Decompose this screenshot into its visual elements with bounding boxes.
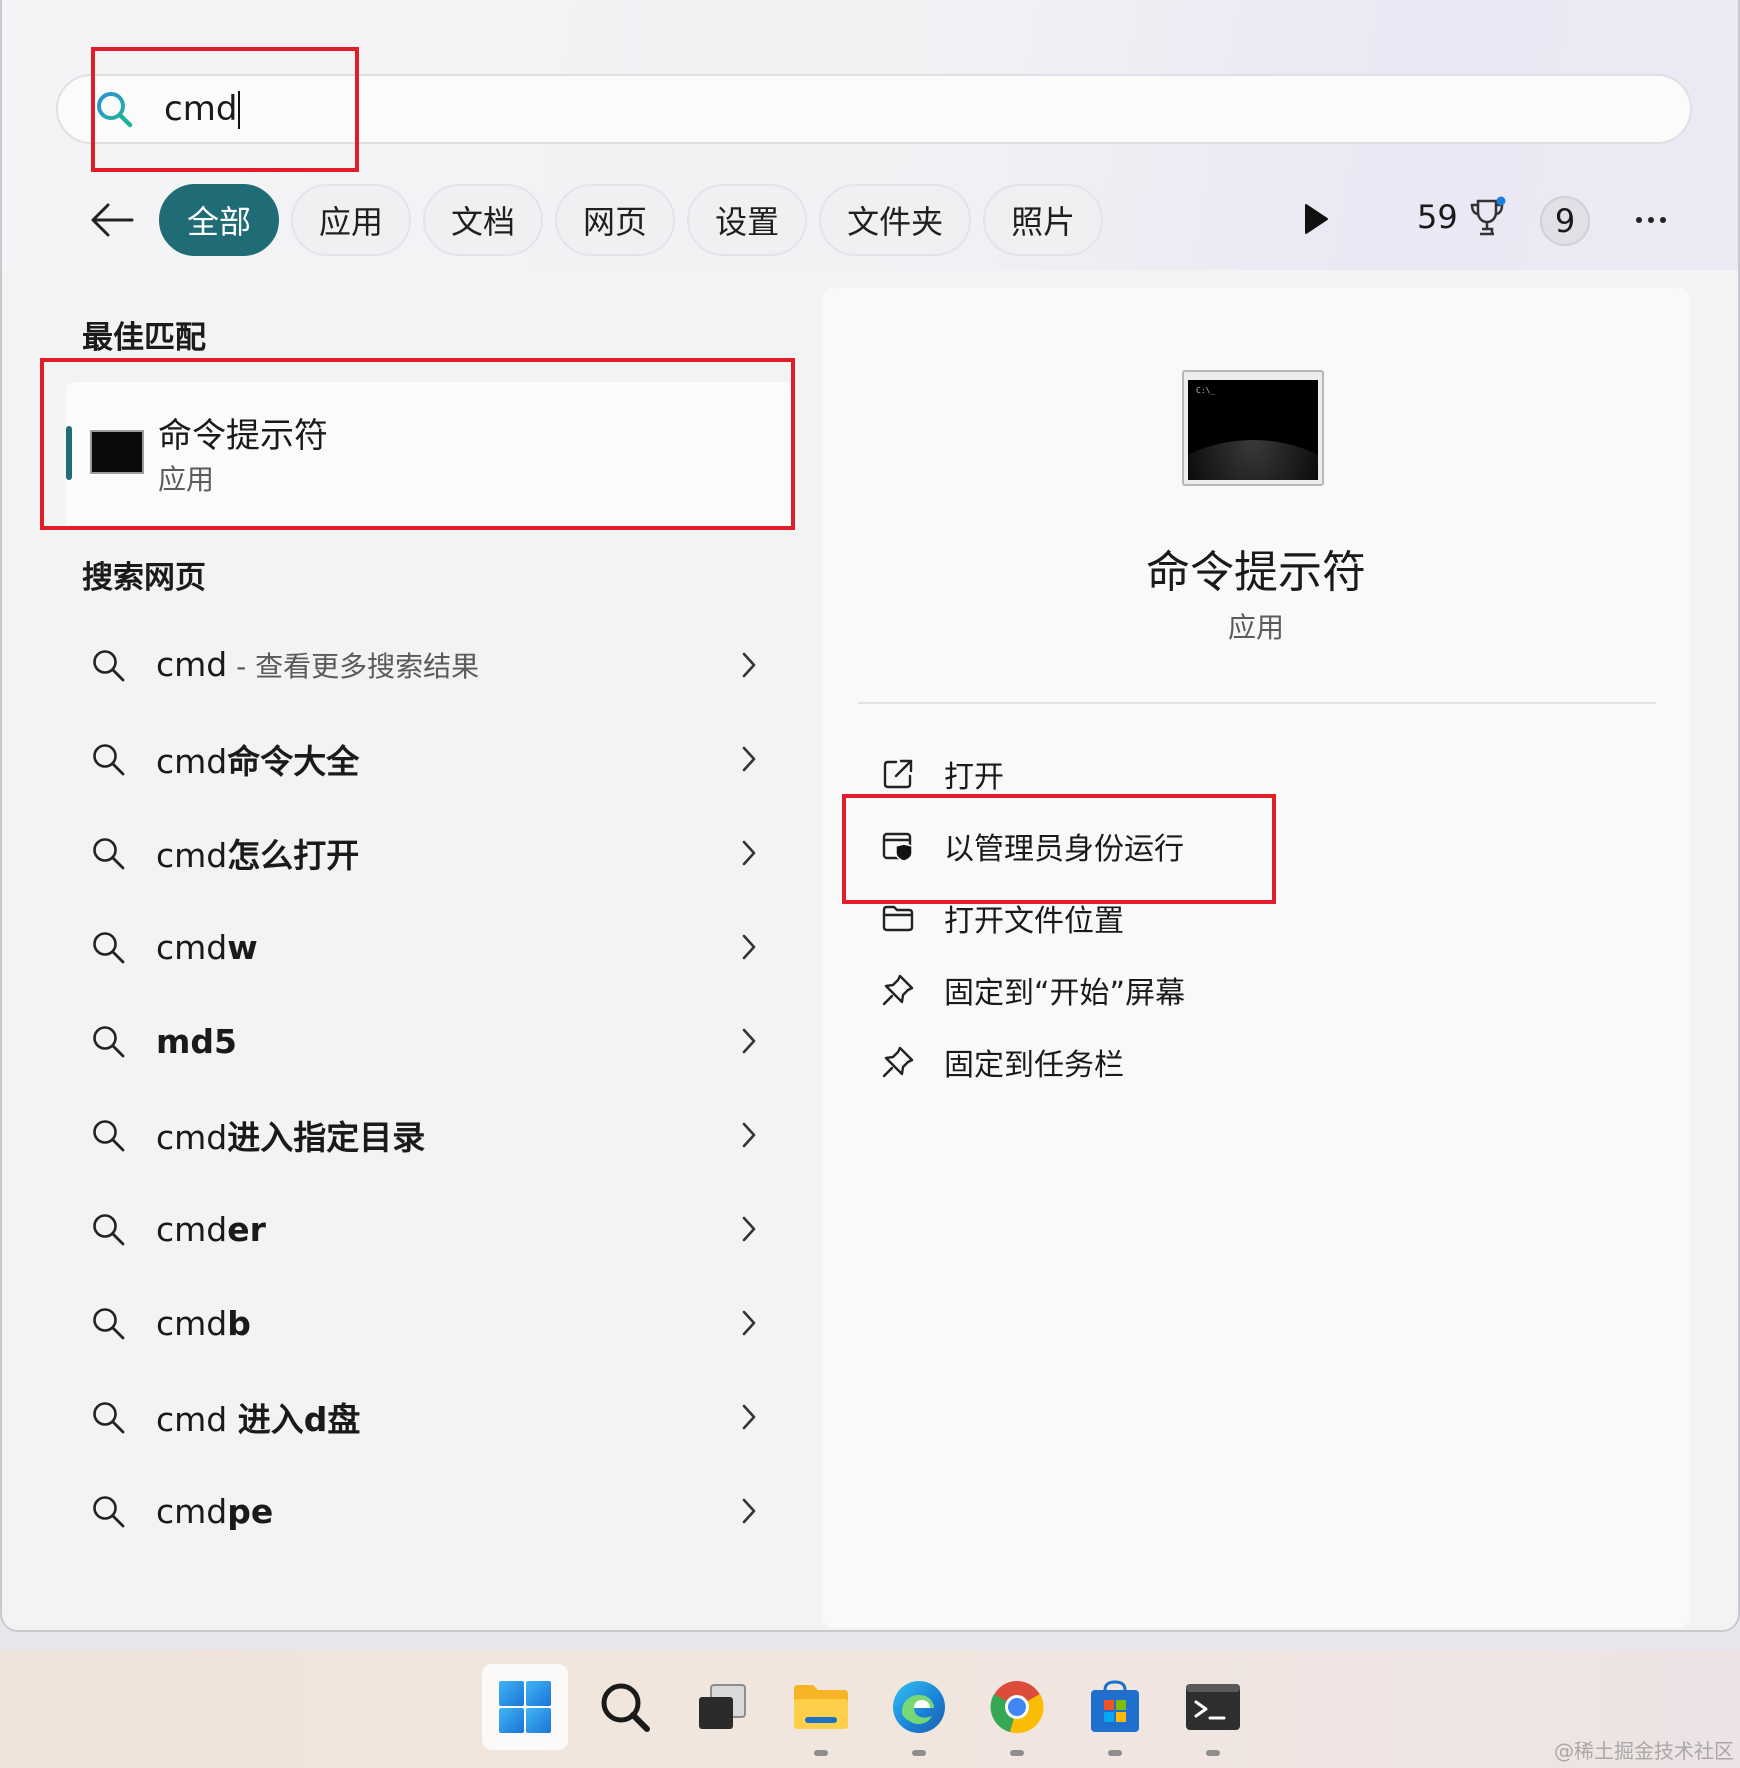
filter-chips: 全部 应用 文档 网页 设置 文件夹 照片 bbox=[159, 184, 1104, 256]
taskbar-chrome[interactable] bbox=[974, 1664, 1060, 1756]
search-icon bbox=[93, 650, 125, 682]
filter-chip-apps[interactable]: 应用 bbox=[291, 184, 412, 256]
annotation-box-search bbox=[91, 47, 359, 172]
task-view-icon bbox=[699, 1684, 746, 1729]
search-icon bbox=[93, 838, 125, 870]
notification-badge[interactable]: 9 bbox=[1540, 196, 1590, 246]
web-search-item[interactable]: cmd进入指定目录 bbox=[90, 1088, 770, 1182]
web-search-item-label: cmd命令大全 bbox=[156, 742, 360, 781]
command-prompt-large-icon: C:\_ bbox=[1182, 370, 1324, 486]
start-icon bbox=[499, 1681, 551, 1733]
chevron-right-icon[interactable] bbox=[740, 1120, 758, 1150]
chevron-right-icon[interactable] bbox=[740, 838, 758, 868]
chevron-right-icon[interactable] bbox=[740, 1308, 758, 1338]
filter-chip-photos[interactable]: 照片 bbox=[983, 184, 1104, 256]
web-search-item-label: cmdpe bbox=[156, 1491, 274, 1531]
web-search-item-label: cmd怎么打开 bbox=[156, 836, 360, 875]
filter-chip-documents[interactable]: 文档 bbox=[423, 184, 544, 256]
watermark: @稀土掘金技术社区 bbox=[1554, 1739, 1734, 1763]
action-list: 打开 以管理员身份运行 打开文件位置 固定到“开始”屏幕 固定到任务栏 bbox=[880, 738, 1185, 1098]
chevron-right-icon[interactable] bbox=[740, 1402, 758, 1432]
web-search-item[interactable]: cmd - 查看更多搜索结果 bbox=[90, 618, 770, 712]
detail-pane: C:\_ 命令提示符 应用 打开 以管理员身份运行 打开文件位置 固定到“开始”… bbox=[822, 288, 1690, 1628]
pin-icon bbox=[882, 974, 914, 1006]
thumb-prompt-text: C:\_ bbox=[1196, 386, 1216, 395]
web-search-item[interactable]: cmdpe bbox=[90, 1464, 770, 1558]
chevron-right-icon[interactable] bbox=[740, 1214, 758, 1244]
search-icon bbox=[93, 932, 125, 964]
chevron-right-icon[interactable] bbox=[740, 1496, 758, 1526]
rewards-points-value: 59 bbox=[1417, 198, 1458, 236]
web-search-item-label: cmd 进入d盘 bbox=[156, 1400, 361, 1439]
web-search-item-label: cmd - 查看更多搜索结果 bbox=[156, 645, 480, 684]
pin-icon bbox=[882, 1046, 914, 1078]
detail-app-name: 命令提示符 bbox=[1146, 547, 1366, 598]
chevron-right-icon[interactable] bbox=[740, 744, 758, 774]
web-search-item-label: cmdw bbox=[156, 927, 258, 967]
search-icon bbox=[93, 1496, 125, 1528]
web-search-list: cmd - 查看更多搜索结果 cmd命令大全 cmd怎么打开 cmdw md5 cmd进入… bbox=[90, 618, 770, 1558]
divider bbox=[858, 702, 1656, 704]
running-indicator bbox=[912, 1750, 926, 1756]
web-search-item-label: cmder bbox=[156, 1209, 266, 1249]
taskbar-file-explorer[interactable] bbox=[778, 1664, 864, 1756]
best-match-heading: 最佳匹配 bbox=[82, 320, 206, 356]
annotation-box-run-as-admin bbox=[842, 794, 1276, 904]
web-search-item[interactable]: md5 bbox=[90, 994, 770, 1088]
web-search-item[interactable]: cmder bbox=[90, 1182, 770, 1276]
chevron-right-icon[interactable] bbox=[740, 1026, 758, 1056]
web-search-item[interactable]: cmdw bbox=[90, 900, 770, 994]
edge-icon bbox=[893, 1681, 945, 1733]
search-icon bbox=[93, 1120, 125, 1152]
more-options-icon[interactable] bbox=[1634, 206, 1668, 234]
rewards-points[interactable]: 59 bbox=[1417, 196, 1508, 238]
filter-chip-folders[interactable]: 文件夹 bbox=[819, 184, 972, 256]
search-icon bbox=[601, 1683, 650, 1732]
web-search-item-label: cmdb bbox=[156, 1303, 251, 1343]
chrome-icon bbox=[990, 1681, 1044, 1734]
search-icon bbox=[93, 1308, 125, 1340]
search-icon bbox=[93, 1402, 125, 1434]
web-search-item[interactable]: cmd怎么打开 bbox=[90, 806, 770, 900]
trophy-icon bbox=[1470, 196, 1506, 236]
taskbar: @稀土掘金技术社区 bbox=[0, 1650, 1740, 1768]
running-indicator bbox=[1206, 1750, 1220, 1756]
web-search-item-label: md5 bbox=[156, 1021, 237, 1061]
taskbar-task-view[interactable] bbox=[680, 1664, 766, 1750]
store-icon bbox=[1091, 1680, 1139, 1732]
detail-app-type: 应用 bbox=[1227, 611, 1284, 644]
web-search-item[interactable]: cmd 进入d盘 bbox=[90, 1370, 770, 1464]
filter-chip-settings[interactable]: 设置 bbox=[687, 184, 808, 256]
search-icon bbox=[93, 1026, 125, 1058]
web-search-item-label: cmd进入指定目录 bbox=[156, 1118, 426, 1157]
chevron-right-icon[interactable] bbox=[740, 932, 758, 962]
filter-chip-all[interactable]: 全部 bbox=[159, 184, 280, 256]
taskbar-terminal[interactable] bbox=[1170, 1664, 1256, 1756]
running-indicator bbox=[814, 1750, 828, 1756]
action-pin-to-taskbar[interactable]: 固定到任务栏 bbox=[880, 1026, 1185, 1098]
file-explorer-icon bbox=[794, 1685, 848, 1729]
web-search-item[interactable]: cmdb bbox=[90, 1276, 770, 1370]
chevron-right-icon[interactable] bbox=[740, 650, 758, 680]
taskbar-search[interactable] bbox=[582, 1664, 668, 1750]
terminal-icon bbox=[1186, 1684, 1240, 1730]
back-arrow-icon[interactable] bbox=[88, 196, 136, 244]
taskbar-edge[interactable] bbox=[876, 1664, 962, 1756]
action-pin-to-start[interactable]: 固定到“开始”屏幕 bbox=[880, 954, 1185, 1026]
running-indicator bbox=[1108, 1750, 1122, 1756]
search-icon bbox=[93, 744, 125, 776]
web-search-heading: 搜索网页 bbox=[82, 560, 206, 596]
taskbar-store[interactable] bbox=[1072, 1664, 1158, 1756]
taskbar-start[interactable] bbox=[482, 1664, 568, 1750]
running-indicator bbox=[1010, 1750, 1024, 1756]
search-icon bbox=[93, 1214, 125, 1246]
folder-icon bbox=[882, 905, 914, 932]
filter-chip-web[interactable]: 网页 bbox=[555, 184, 676, 256]
play-icon[interactable] bbox=[1302, 202, 1330, 236]
open-external-icon bbox=[883, 759, 913, 789]
web-search-item[interactable]: cmd命令大全 bbox=[90, 712, 770, 806]
annotation-box-best-match bbox=[40, 358, 795, 530]
